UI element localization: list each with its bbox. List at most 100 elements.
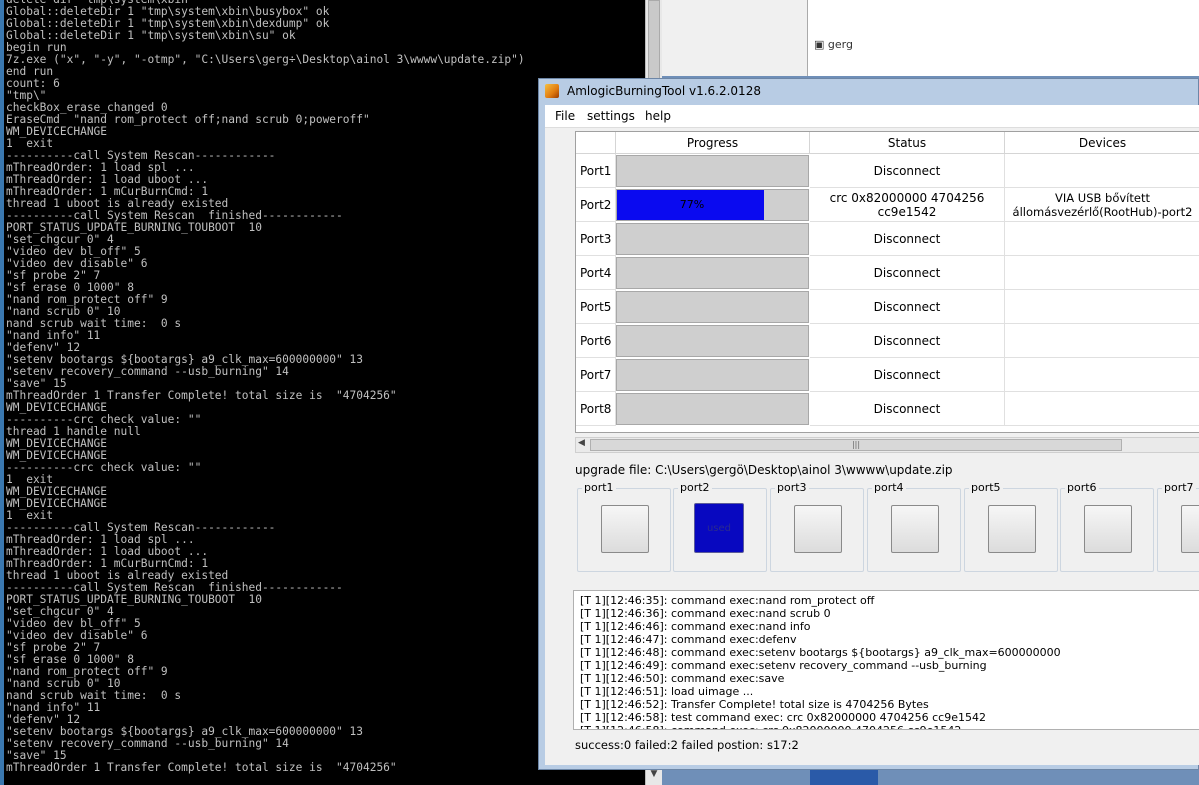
console-line: WM_DEVICECHANGE (6, 125, 108, 138)
progress-text (617, 326, 767, 356)
port-name-cell: Port2 (576, 188, 616, 222)
port-group-1: port1 (577, 481, 671, 572)
upgrade-file-label: upgrade file: C:\Users\gergö\Desktop\ain… (575, 463, 953, 477)
port-group-label: port6 (1065, 481, 1099, 494)
grid-scroll-thumb[interactable]: ||| (590, 439, 1122, 451)
log-line: [T 1][12:46:48]: command exec:setenv boo… (580, 646, 1061, 659)
device-cell: VIA USB bővített állomásvezérlő(RootHub)… (1005, 188, 1199, 222)
devices-column-header[interactable]: Devices (1005, 132, 1199, 154)
port-button[interactable] (1181, 505, 1199, 553)
menu-settings[interactable]: settings (587, 109, 635, 123)
port-name-cell: Port7 (576, 358, 616, 392)
progress-text (617, 156, 767, 186)
status-column-header[interactable]: Status (810, 132, 1005, 154)
progress-bar (616, 325, 809, 357)
grid-row[interactable]: Port6 Disconnect (576, 324, 1199, 358)
computer-icon: ▣ (814, 38, 825, 51)
port-button[interactable] (988, 505, 1036, 553)
log-line: [T 1][12:46:52]: Transfer Complete! tota… (580, 698, 929, 711)
port-group-2: port2 used (673, 481, 767, 572)
progress-text (617, 292, 767, 322)
explorer-tree-item[interactable]: ▣ gerg (814, 38, 853, 51)
log-line: [T 1][12:46:49]: command exec:setenv rec… (580, 659, 987, 672)
progress-bar (616, 359, 809, 391)
window-title: AmlogicBurningTool v1.6.2.0128 (567, 84, 761, 98)
log-output: [T 1][12:46:35]: command exec:nand rom_p… (573, 590, 1199, 730)
port-button[interactable] (891, 505, 939, 553)
progress-column-header[interactable]: Progress (616, 132, 810, 154)
device-cell (1005, 256, 1199, 290)
port-group-label: port3 (775, 481, 809, 494)
console-line: "setenv recovery_command --usb_burning" … (6, 365, 289, 378)
port-name-cell: Port3 (576, 222, 616, 256)
port-group-3: port3 (770, 481, 864, 572)
status-summary: success:0 failed:2 failed postion: s17:2 (575, 738, 799, 752)
grid-row[interactable]: Port3 Disconnect (576, 222, 1199, 256)
console-line: ----------crc check value: "" (6, 461, 202, 474)
port-group-5: port5 (964, 481, 1058, 572)
background-explorer-window: ⇦ ⇨ ▣ gerg (662, 0, 1199, 76)
status-cell: Disconnect (810, 256, 1005, 290)
port-button[interactable] (794, 505, 842, 553)
log-line: [T 1][12:46:36]: command exec:nand scrub… (580, 607, 831, 620)
grid-row[interactable]: Port8 Disconnect (576, 392, 1199, 426)
device-cell (1005, 392, 1199, 426)
log-line: [T 1][12:46:46]: command exec:nand info (580, 620, 811, 633)
scroll-down-arrow-icon[interactable]: ▼ (648, 769, 660, 783)
log-line: [T 1][12:46:47]: command exec:defenv (580, 633, 797, 646)
grid-row[interactable]: Port2 77% crc 0x82000000 4704256 cc9e1542 V… (576, 188, 1199, 222)
explorer-main-pane (872, 0, 1199, 76)
status-cell: Disconnect (810, 222, 1005, 256)
port-name-cell: Port6 (576, 324, 616, 358)
progress-bar (616, 223, 809, 255)
scroll-left-arrow-icon[interactable]: ◀ (578, 438, 585, 448)
port-name-cell: Port1 (576, 154, 616, 188)
amlogic-burning-tool-window: AmlogicBurningTool v1.6.2.0128 File sett… (538, 78, 1199, 770)
port-group-label: port5 (969, 481, 1003, 494)
progress-text (617, 224, 767, 254)
grid-row[interactable]: Port1 Disconnect (576, 154, 1199, 188)
device-cell (1005, 222, 1199, 256)
port-button[interactable]: used (694, 503, 744, 553)
log-line: [T 1][12:46:58]: test command exec: crc … (580, 711, 986, 724)
progress-text: 77% (679, 198, 705, 211)
menu-help[interactable]: help (645, 109, 671, 123)
port-grid: Progress Status Devices Port1 Disconnect P… (575, 131, 1199, 433)
grid-horizontal-scrollbar[interactable]: ◀ ||| (575, 437, 1199, 453)
log-line: [T 1][12:46:51]: load uimage ... (580, 685, 754, 698)
port-button[interactable] (601, 505, 649, 553)
console-line: WM_DEVICECHANGE (6, 497, 108, 510)
port-group-label: port4 (872, 481, 906, 494)
device-cell (1005, 290, 1199, 324)
console-line: "setenv recovery_command --usb_burning" … (6, 737, 289, 750)
device-cell (1005, 324, 1199, 358)
menu-bar: File settings help (545, 105, 1199, 128)
device-cell (1005, 154, 1199, 188)
app-icon (545, 84, 559, 98)
progress-bar: 77% (616, 189, 809, 221)
console-line: Global::deleteDir 1 "tmp\system\xbin\su"… (6, 29, 296, 42)
log-line: [T 1][12:46:35]: command exec:nand rom_p… (580, 594, 875, 607)
progress-bar (616, 155, 809, 187)
grid-row[interactable]: Port7 Disconnect (576, 358, 1199, 392)
device-cell (1005, 358, 1199, 392)
grid-row[interactable]: Port5 Disconnect (576, 290, 1199, 324)
menu-file[interactable]: File (555, 109, 575, 123)
status-cell: Disconnect (810, 154, 1005, 188)
log-line: [T 1][12:46:58]: command exec: crc 0x820… (580, 724, 1199, 729)
grid-row[interactable]: Port4 Disconnect (576, 256, 1199, 290)
progress-text (617, 394, 767, 424)
port-name-cell: Port5 (576, 290, 616, 324)
port-button[interactable] (1084, 505, 1132, 553)
port-group-label: port7 (1162, 481, 1196, 494)
log-line: [T 1][12:46:50]: command exec:save (580, 672, 785, 685)
console-line: "nand info" 11 (6, 329, 101, 342)
port-group-label: port2 (678, 481, 712, 494)
progress-text (617, 360, 767, 390)
status-cell: Disconnect (810, 324, 1005, 358)
title-bar[interactable]: AmlogicBurningTool v1.6.2.0128 (539, 79, 1199, 105)
console-line: mThreadOrder 1 Transfer Complete! total … (6, 761, 397, 774)
grid-corner-header (576, 132, 616, 154)
progress-text (617, 258, 767, 288)
progress-bar (616, 291, 809, 323)
